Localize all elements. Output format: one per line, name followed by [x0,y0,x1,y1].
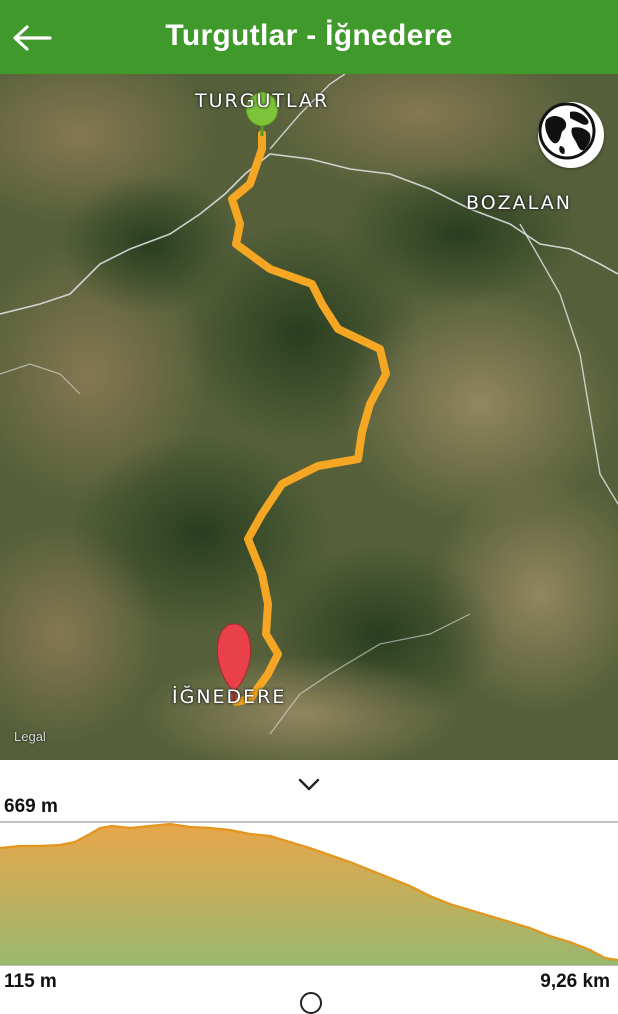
map-label-bozalan: BOZALAN [466,192,572,214]
satellite-map [0,74,618,760]
map-label-ignedere: İĞNEDERE [172,686,287,708]
drag-handle[interactable] [300,992,322,1014]
map-view[interactable]: TURGUTLAR BOZALAN İĞNEDERE Legal [0,74,618,760]
globe-icon [538,102,596,160]
chevron-down-icon [298,778,320,791]
map-label-turgutlar: TURGUTLAR [195,90,330,112]
distance-label: 9,26 km [540,971,610,992]
page-title: Turgutlar - İğnedere [165,19,453,52]
map-type-button[interactable] [538,102,604,168]
legal-link[interactable]: Legal [14,729,46,744]
elevation-panel: 669 m 115 m 9,26 km [0,760,618,1014]
min-elevation-label: 115 m [4,971,57,992]
app-header: Turgutlar - İğnedere [0,0,618,74]
elevation-profile [0,821,618,966]
collapse-button[interactable] [292,772,326,798]
elevation-area [0,824,618,965]
max-elevation-label: 669 m [4,796,58,817]
